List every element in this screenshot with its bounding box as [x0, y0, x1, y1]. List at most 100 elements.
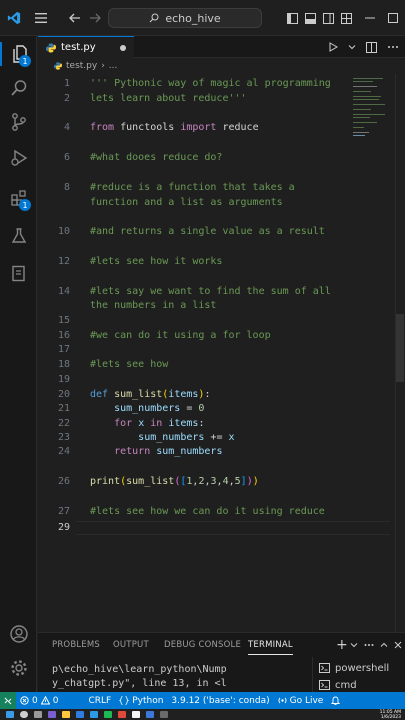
app-icon[interactable] [104, 711, 112, 718]
tab-terminal[interactable]: TERMINAL [248, 633, 293, 657]
line-number: 22 [57, 418, 70, 429]
vertical-scrollbar[interactable] [395, 74, 405, 632]
breadcrumb-file[interactable]: test.py [66, 61, 97, 71]
new-terminal-icon[interactable]: + [336, 633, 348, 657]
line-number: 8 [63, 182, 70, 193]
close-panel-icon[interactable] [394, 633, 402, 657]
collapse-panel-icon[interactable] [380, 633, 388, 657]
toggle-panel-icon[interactable] [302, 0, 318, 36]
explorer-badge: 1 [19, 55, 31, 67]
extensions-badge: 1 [19, 199, 31, 211]
app-icon[interactable] [146, 711, 154, 718]
forward-arrow-icon[interactable] [86, 0, 104, 36]
language-status[interactable]: Python [115, 696, 167, 706]
tab-label: test.py [61, 42, 96, 53]
code-line: #reduce is a function that takes a [90, 182, 295, 193]
broadcast-icon [278, 697, 287, 704]
run-debug-button[interactable] [0, 142, 37, 174]
minimize-icon[interactable] [362, 0, 378, 36]
tab-test-py[interactable]: test.py [38, 36, 134, 58]
python-file-icon [46, 43, 56, 52]
current-line-highlight [76, 521, 390, 535]
search-icon [10, 80, 26, 96]
warning-icon [40, 696, 50, 705]
golive-button[interactable]: Go Live [274, 696, 328, 706]
code-editor[interactable]: 1 2 4 6 8 10 12 14 15 16 17 18 19 20 21 … [38, 74, 405, 632]
warning-count: 0 [52, 695, 59, 706]
customize-layout-icon[interactable] [338, 0, 354, 36]
testing-button[interactable] [0, 220, 37, 252]
problems-status[interactable]: 0 0 [16, 696, 62, 706]
unsaved-dot-icon[interactable] [120, 45, 126, 51]
eol-status[interactable]: CRLF [84, 696, 115, 706]
line-number: 15 [57, 315, 70, 326]
source-control-button[interactable] [0, 106, 37, 138]
command-center-search[interactable]: echo_hive [108, 8, 262, 28]
toggle-sidebar-icon[interactable] [284, 0, 300, 36]
code-line: function and a list as arguments [90, 197, 283, 208]
code-line: #what dooes reduce do? [90, 152, 223, 163]
terminal-icon [319, 663, 330, 673]
edge-browser-icon[interactable] [76, 711, 84, 718]
line-number: 26 [57, 476, 70, 487]
line-number: 18 [57, 359, 70, 370]
menu-icon[interactable] [30, 0, 52, 36]
terminal-item-cmd[interactable]: cmd [319, 677, 357, 693]
explorer-button[interactable]: 1 [0, 38, 37, 70]
chevron-down-icon[interactable] [348, 43, 356, 51]
code-line: lets learn about reduce''' [90, 93, 247, 104]
system-clock[interactable]: 11:05 AM 1/6/2023 [380, 710, 401, 720]
terminal-output[interactable]: p\echo_hive\learn_python\Nump y_chatgpt.p… [52, 663, 227, 691]
breadcrumb: test.py › ... [38, 58, 405, 74]
search-button[interactable] [0, 72, 37, 104]
line-number: 6 [63, 152, 70, 163]
bottom-panel: PROBLEMS OUTPUT DEBUG CONSOLE TERMINAL +… [38, 632, 405, 693]
run-python-file-icon[interactable] [328, 42, 338, 52]
interpreter-status[interactable]: 3.9.12 ('base': conda) [167, 696, 273, 706]
terminal-name: cmd [335, 679, 357, 691]
line-number: 14 [57, 286, 70, 297]
notebook-button[interactable] [0, 258, 37, 290]
manage-button[interactable] [0, 652, 37, 684]
line-number: 23 [57, 432, 70, 443]
toggle-secondary-sidebar-icon[interactable] [320, 0, 336, 36]
gear-icon [10, 660, 27, 676]
code-line: return sum_numbers [114, 446, 223, 457]
app-icon[interactable] [118, 711, 126, 718]
windows-start-icon[interactable] [6, 711, 14, 718]
remote-indicator-icon[interactable] [0, 692, 16, 709]
minimap[interactable] [353, 78, 393, 138]
breadcrumb-symbols[interactable]: ... [109, 61, 118, 71]
line-number: 4 [63, 122, 70, 133]
search-icon[interactable] [20, 711, 28, 718]
terminal-dropdown-icon[interactable] [350, 633, 358, 657]
terminal-line: y_chatgpt.py", line 13, in <l [52, 678, 227, 689]
widgets-icon[interactable] [48, 711, 56, 718]
file-explorer-icon[interactable] [62, 711, 70, 718]
windows-taskbar: 11:05 AM 1/6/2023 [0, 709, 405, 720]
task-view-icon[interactable] [34, 711, 42, 718]
more-actions-icon[interactable] [364, 633, 374, 657]
terminal-list: powershell cmd [312, 657, 405, 693]
maximize-icon[interactable] [385, 0, 401, 36]
tab-output[interactable]: OUTPUT [113, 633, 149, 657]
tab-terminal-label: TERMINAL [248, 640, 293, 650]
notifications-icon[interactable] [327, 696, 344, 706]
line-number: 2 [63, 93, 70, 104]
extensions-button[interactable]: 1 [0, 182, 37, 214]
accounts-button[interactable] [0, 618, 37, 650]
code-line: #lets say we want to find the sum of all [90, 286, 331, 297]
back-arrow-icon[interactable] [66, 0, 84, 36]
split-editor-icon[interactable] [366, 41, 377, 53]
app-icon[interactable] [132, 711, 140, 718]
tab-debug-console[interactable]: DEBUG CONSOLE [164, 633, 241, 657]
notebook-icon [11, 265, 25, 282]
scrollbar-thumb[interactable] [396, 314, 404, 382]
tab-problems[interactable]: PROBLEMS [52, 633, 100, 657]
editor-actions [328, 36, 405, 58]
terminal-item-powershell[interactable]: powershell [319, 660, 389, 676]
more-actions-icon[interactable] [387, 45, 399, 49]
code-line: for x in items: [114, 418, 205, 429]
app-icon[interactable] [160, 711, 168, 718]
vscode-taskbar-icon[interactable] [90, 711, 98, 718]
